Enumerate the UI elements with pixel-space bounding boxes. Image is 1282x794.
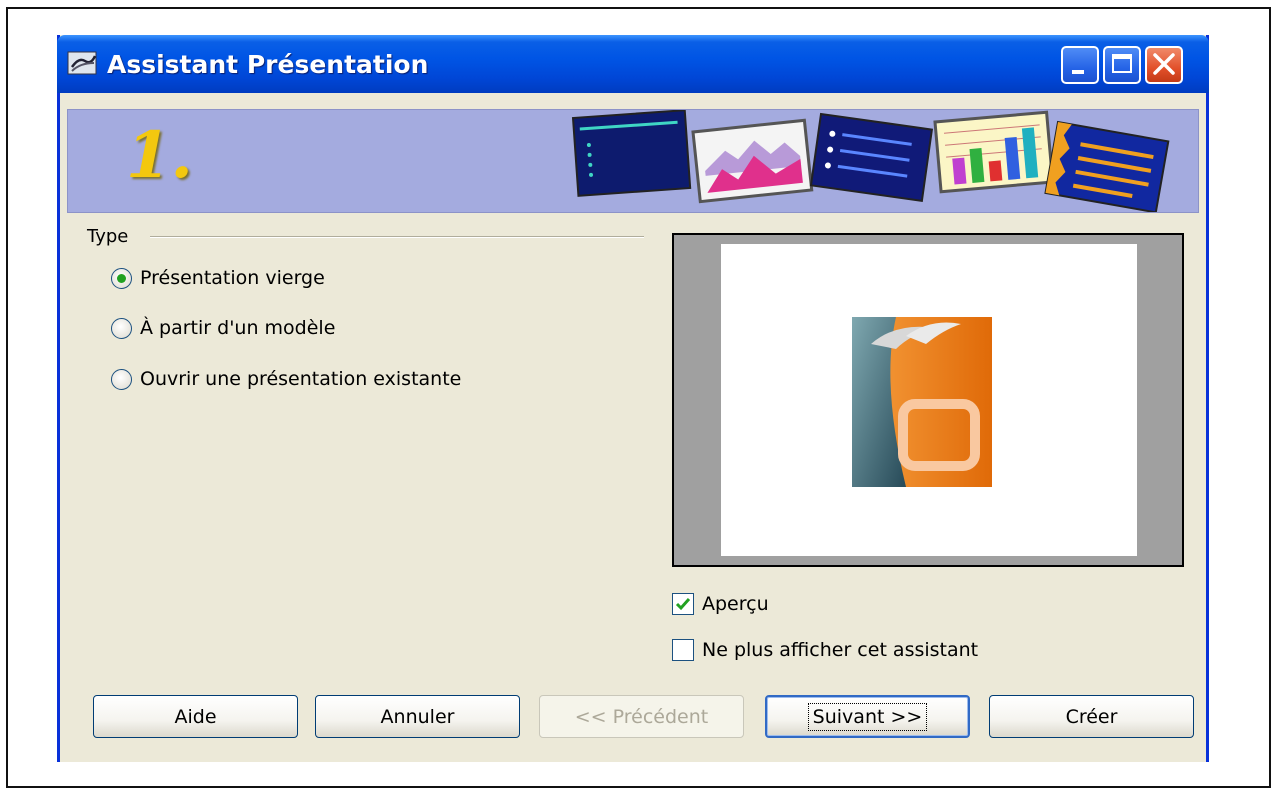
wizard-window: Assistant Présentation 1. Type Présentat… [57,35,1209,762]
preview-slide [721,244,1137,556]
window-title: Assistant Présentation [107,50,429,79]
openoffice-impress-logo [852,317,992,487]
title-bar[interactable]: Assistant Présentation [57,35,1209,93]
checkbox-label: Ne plus afficher cet assistant [702,639,979,661]
cancel-button[interactable]: Annuler [315,695,520,738]
help-button[interactable]: Aide [93,695,298,738]
maximize-button[interactable] [1103,46,1141,84]
checkbox-label: Aperçu [702,593,769,615]
checkbox-checked[interactable] [672,593,694,615]
next-button[interactable]: Suivant >> [765,695,970,738]
close-button[interactable] [1145,46,1183,84]
radio-label: À partir d'un modèle [140,317,336,339]
wizard-header-banner: 1. [67,109,1199,213]
create-button[interactable]: Créer [989,695,1194,738]
radio-from-template[interactable]: À partir d'un modèle [111,313,335,343]
preview-pane [672,233,1184,567]
radio-blank-presentation[interactable]: Présentation vierge [111,263,325,293]
radio-button-checked[interactable] [111,267,132,289]
radio-label: Présentation vierge [140,267,325,289]
checkmark-icon [675,598,691,611]
close-icon [1153,53,1175,75]
type-group-divider [150,236,644,238]
radio-button[interactable] [111,368,132,390]
radio-label: Ouvrir une présentation existante [140,368,462,390]
checkbox-unchecked[interactable] [672,639,694,661]
next-button-label: Suivant >> [807,702,928,731]
maximize-icon [1112,54,1132,73]
minimize-icon [1072,70,1084,74]
checkbox-dont-show-again[interactable]: Ne plus afficher cet assistant [672,636,978,664]
radio-open-existing[interactable]: Ouvrir une présentation existante [111,364,461,394]
checkbox-preview[interactable]: Aperçu [672,590,769,618]
banner-slides-illustration [571,110,1170,212]
previous-button[interactable]: << Précédent [539,695,744,738]
impress-icon [67,51,97,75]
minimize-button[interactable] [1061,46,1099,84]
radio-button[interactable] [111,317,132,339]
type-group-label: Type [87,226,129,247]
